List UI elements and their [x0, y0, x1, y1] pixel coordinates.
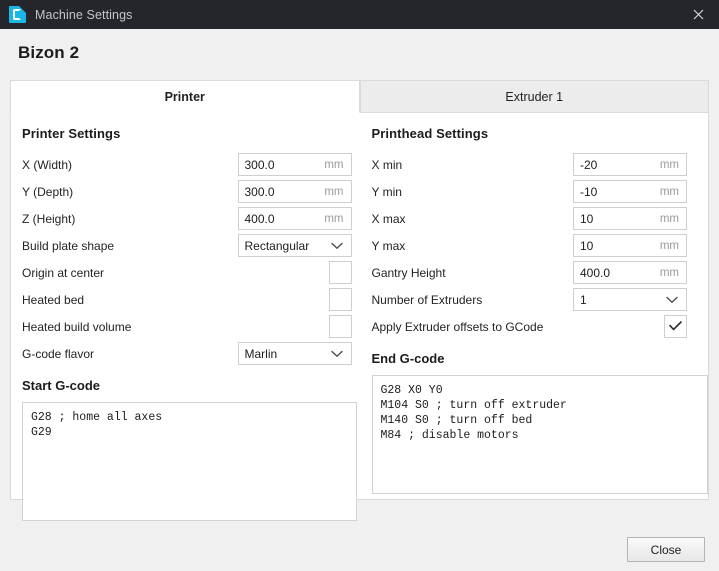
row-y-depth: Y (Depth) 300.0 mm: [22, 178, 352, 205]
input-y-depth[interactable]: 300.0 mm: [238, 180, 352, 203]
input-x-min[interactable]: -20 mm: [573, 153, 687, 176]
input-y-depth-unit: mm: [324, 186, 350, 198]
row-x-max: X max 10 mm: [372, 205, 688, 232]
tab-printer[interactable]: Printer: [10, 80, 360, 113]
label-heated-build-volume: Heated build volume: [22, 320, 329, 334]
row-y-min: Y min -10 mm: [372, 178, 688, 205]
label-apply-extruder-offsets: Apply Extruder offsets to GCode: [372, 320, 665, 334]
row-origin-at-center: Origin at center: [22, 259, 352, 286]
label-x-max: X max: [372, 212, 574, 226]
tab-printer-label: Printer: [165, 90, 205, 104]
end-gcode-block: End G-code G28 X0 Y0 M104 S0 ; turn off …: [372, 351, 688, 494]
tab-content-panel: Printer Settings X (Width) 300.0 mm Y (D…: [10, 113, 709, 500]
row-heated-bed: Heated bed: [22, 286, 352, 313]
label-origin-at-center: Origin at center: [22, 266, 329, 280]
input-x-max[interactable]: 10 mm: [573, 207, 687, 230]
input-y-max-unit: mm: [660, 240, 686, 252]
input-x-max-unit: mm: [660, 213, 686, 225]
row-z-height: Z (Height) 400.0 mm: [22, 205, 352, 232]
input-gantry-height-value: 400.0: [574, 266, 660, 280]
label-gcode-flavor: G-code flavor: [22, 347, 238, 361]
input-y-max[interactable]: 10 mm: [573, 234, 687, 257]
dialog-body: Bizon 2 Printer Extruder 1 Printer Setti…: [0, 29, 719, 571]
page-title: Bizon 2: [0, 29, 719, 68]
label-y-max: Y max: [372, 239, 574, 253]
input-z-height-value: 400.0: [239, 212, 325, 226]
select-number-of-extruders-value: 1: [574, 293, 666, 307]
label-y-min: Y min: [372, 185, 574, 199]
input-x-width-value: 300.0: [239, 158, 325, 172]
label-build-plate-shape: Build plate shape: [22, 239, 238, 253]
printhead-settings-column: Printhead Settings X min -20 mm Y min -1…: [360, 126, 709, 521]
row-gantry-height: Gantry Height 400.0 mm: [372, 259, 688, 286]
select-build-plate-shape-value: Rectangular: [239, 239, 331, 253]
row-x-min: X min -20 mm: [372, 151, 688, 178]
printer-settings-column: Printer Settings X (Width) 300.0 mm Y (D…: [11, 126, 360, 521]
printer-settings-heading: Printer Settings: [22, 126, 352, 141]
window-title: Machine Settings: [35, 8, 133, 22]
label-gantry-height: Gantry Height: [372, 266, 574, 280]
input-gantry-height[interactable]: 400.0 mm: [573, 261, 687, 284]
close-icon[interactable]: [677, 0, 719, 29]
row-apply-extruder-offsets: Apply Extruder offsets to GCode: [372, 313, 688, 340]
tab-extruder-1-label: Extruder 1: [505, 90, 563, 104]
end-gcode-textarea[interactable]: G28 X0 Y0 M104 S0 ; turn off extruder M1…: [372, 375, 708, 494]
input-x-max-value: 10: [574, 212, 660, 226]
cura-logo-icon: [9, 6, 26, 23]
input-x-min-unit: mm: [660, 159, 686, 171]
select-gcode-flavor-value: Marlin: [239, 347, 331, 361]
chevron-down-icon: [666, 296, 686, 304]
input-x-width[interactable]: 300.0 mm: [238, 153, 352, 176]
select-build-plate-shape[interactable]: Rectangular: [238, 234, 352, 257]
input-y-max-value: 10: [574, 239, 660, 253]
chevron-down-icon: [331, 350, 351, 358]
select-gcode-flavor[interactable]: Marlin: [238, 342, 352, 365]
end-gcode-heading: End G-code: [372, 351, 688, 366]
checkbox-heated-build-volume[interactable]: [329, 315, 352, 338]
label-y-depth: Y (Depth): [22, 185, 238, 199]
printhead-settings-heading: Printhead Settings: [372, 126, 688, 141]
machine-settings-window: Machine Settings Bizon 2 Printer Extrude…: [0, 0, 719, 571]
label-number-of-extruders: Number of Extruders: [372, 293, 574, 307]
chevron-down-icon: [331, 242, 351, 250]
input-y-min-value: -10: [574, 185, 660, 199]
input-z-height-unit: mm: [324, 213, 350, 225]
dialog-footer: Close: [0, 500, 719, 571]
checkbox-origin-at-center[interactable]: [329, 261, 352, 284]
input-y-min[interactable]: -10 mm: [573, 180, 687, 203]
input-z-height[interactable]: 400.0 mm: [238, 207, 352, 230]
check-icon: [669, 320, 682, 334]
tab-bar: Printer Extruder 1: [10, 80, 709, 113]
tab-extruder-1[interactable]: Extruder 1: [360, 80, 710, 113]
row-gcode-flavor: G-code flavor Marlin: [22, 340, 352, 367]
input-x-min-value: -20: [574, 158, 660, 172]
label-x-min: X min: [372, 158, 574, 172]
label-heated-bed: Heated bed: [22, 293, 329, 307]
input-x-width-unit: mm: [324, 159, 350, 171]
row-heated-build-volume: Heated build volume: [22, 313, 352, 340]
close-button-label: Close: [651, 543, 682, 557]
row-y-max: Y max 10 mm: [372, 232, 688, 259]
label-z-height: Z (Height): [22, 212, 238, 226]
row-number-of-extruders: Number of Extruders 1: [372, 286, 688, 313]
select-number-of-extruders[interactable]: 1: [573, 288, 687, 311]
row-x-width: X (Width) 300.0 mm: [22, 151, 352, 178]
label-x-width: X (Width): [22, 158, 238, 172]
checkbox-apply-extruder-offsets[interactable]: [664, 315, 687, 338]
input-y-min-unit: mm: [660, 186, 686, 198]
start-gcode-heading: Start G-code: [22, 378, 352, 393]
input-y-depth-value: 300.0: [239, 185, 325, 199]
title-bar: Machine Settings: [0, 0, 719, 29]
settings-columns: Printer Settings X (Width) 300.0 mm Y (D…: [11, 113, 708, 521]
checkbox-heated-bed[interactable]: [329, 288, 352, 311]
row-build-plate-shape: Build plate shape Rectangular: [22, 232, 352, 259]
input-gantry-height-unit: mm: [660, 267, 686, 279]
close-button[interactable]: Close: [627, 537, 705, 562]
